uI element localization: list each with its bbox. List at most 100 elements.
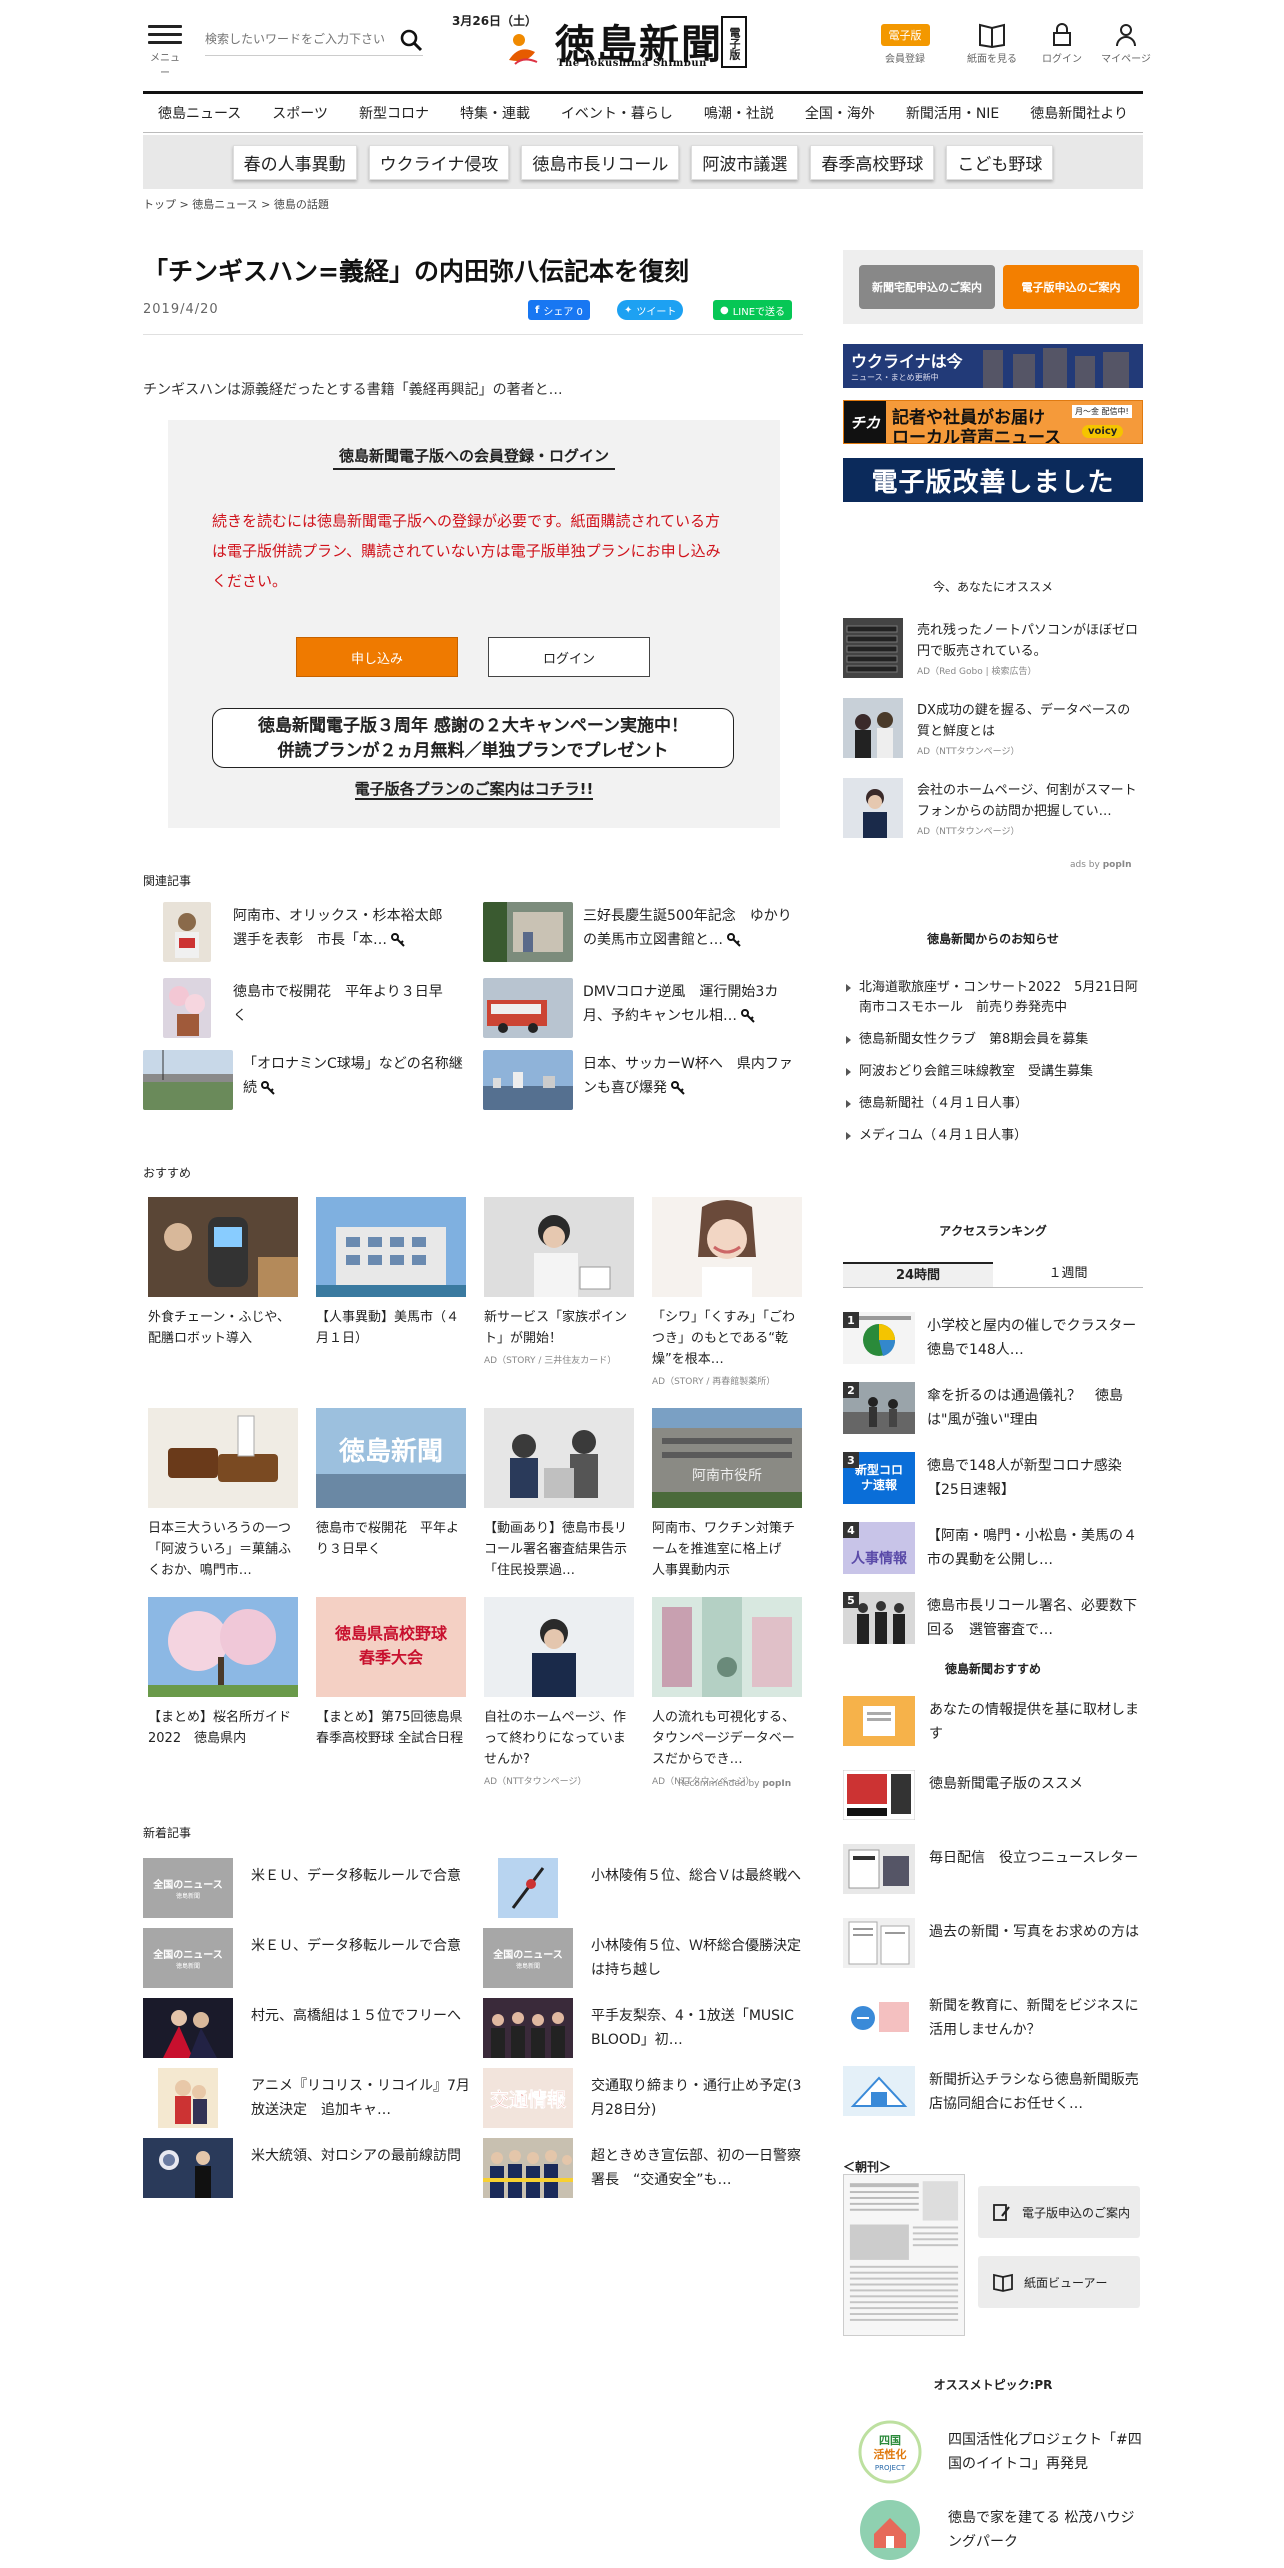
nav-item[interactable]: 鳴潮・社説 bbox=[704, 103, 774, 123]
recommend-card[interactable]: 外食チェーン・ふじや、配膳ロボット導入 bbox=[148, 1197, 298, 1349]
line-share-button[interactable]: ● LINEで送る bbox=[713, 300, 793, 320]
digital-improved-banner[interactable]: 電子版改善しました bbox=[843, 458, 1143, 502]
recommend-card[interactable]: 【動画あり】徳島市長リコール署名審査結果告示 「住民投票過… bbox=[484, 1408, 640, 1581]
campaign-banner[interactable]: 徳島新聞電子版３周年 感謝の２大キャンペーン実施中！ 併読プランが２ヵ月無料／単… bbox=[212, 708, 734, 768]
tsb-item[interactable]: 徳島新聞電子版のススメ bbox=[843, 1770, 1143, 1828]
breadcrumb-home[interactable]: トップ bbox=[143, 198, 176, 211]
related-item[interactable]: DMVコロナ逆風 運行開始3カ月、予約キャンセル相… bbox=[483, 978, 803, 1038]
new-article-item[interactable]: 超ときめき宣伝部、初の一日警察署長 “交通安全”も… bbox=[483, 2138, 813, 2198]
recommend-card[interactable]: 自社のホームページ、作って終わりになっていませんか? AD（NTTタウンページ） bbox=[484, 1597, 634, 1787]
powered-by[interactable]: Recommended by popIn bbox=[678, 1779, 791, 1789]
line-icon: ● bbox=[720, 304, 729, 316]
nav-item[interactable]: 徳島新聞社より bbox=[1030, 103, 1128, 123]
ranking-item[interactable]: 5 徳島市長リコール署名、必要数下回る 選管審査で… bbox=[843, 1592, 1143, 1648]
breadcrumb-current[interactable]: 徳島の話題 bbox=[274, 198, 329, 211]
login-button[interactable]: ログイン bbox=[1034, 20, 1090, 65]
new-article-item[interactable]: 全国のニュース 徳島新聞 小林陵侑５位、Ｗ杯総合優勝決定は持ち越し bbox=[483, 1928, 813, 1988]
nav-item[interactable]: 徳島ニュース bbox=[158, 103, 241, 123]
menu-button[interactable]: メニュー bbox=[148, 20, 182, 79]
ranking-item[interactable]: 人事情報 4 【阿南・鳴門・小松島・美馬の４市の異動を公開し… bbox=[843, 1522, 1143, 1578]
nav-item[interactable]: 新型コロナ bbox=[359, 103, 429, 123]
logo-edition: 電子版 bbox=[721, 16, 747, 68]
new-article-item[interactable]: 全国のニュース 徳島新聞 米ＥＵ、データ移転ルールで合意 bbox=[143, 1928, 473, 1988]
plans-link[interactable]: 電子版各プランのご案内はコチラ!! bbox=[168, 778, 780, 800]
related-item[interactable]: 日本、サッカーW杯へ 県内ファンも喜び爆発 bbox=[483, 1050, 803, 1110]
search-input[interactable] bbox=[205, 26, 395, 52]
new-article-item[interactable]: 交通情報 交通取り締まり・通行止め予定(3月28日分) bbox=[483, 2068, 813, 2128]
tsb-item[interactable]: 過去の新聞・写真をお求めの方は bbox=[843, 1918, 1143, 1976]
recommend-card[interactable]: 新サービス「家族ポイント」が開始！ AD（STORY / 三井住友カード） bbox=[484, 1197, 634, 1366]
site-logo[interactable]: 徳島新聞 The Tokushima Shimbun 電子版 bbox=[505, 12, 750, 72]
morning-paper-thumbnail[interactable] bbox=[843, 2174, 965, 2336]
voicy-banner[interactable]: チカ 記者や社員がお届け ローカル音声ニュース 月～金 配信中! voicy bbox=[843, 400, 1143, 444]
nav-item[interactable]: イベント・暮らし bbox=[561, 103, 673, 123]
tsb-item[interactable]: 毎日配信 役立つニュースレター bbox=[843, 1844, 1143, 1902]
side-digital-apply-button[interactable]: 電子版申込のご案内 bbox=[978, 2186, 1140, 2238]
ranking-item[interactable]: 1 小学校と屋内の催しでクラスター 徳島で148人… bbox=[843, 1312, 1150, 1368]
paywall-login-button[interactable]: ログイン bbox=[488, 637, 650, 677]
nav-item[interactable]: スポーツ bbox=[272, 103, 328, 123]
topic-tag[interactable]: 春の人事異動 bbox=[232, 144, 357, 180]
recommend-card[interactable]: 人の流れも可視化する、タウンページデータベースだからでき… AD（NTTタウンペ… bbox=[652, 1597, 802, 1787]
new-article-item[interactable]: 村元、高橋組は１５位でフリーへ bbox=[143, 1998, 473, 2058]
recommend-image bbox=[652, 1197, 802, 1297]
related-item[interactable]: 三好長慶生誕500年記念 ゆかりの美馬市立図書館と… bbox=[483, 902, 803, 962]
ranking-title: 傘を折るのは通過儀礼？ 徳島は"風が強い"理由 bbox=[927, 1388, 1123, 1428]
recommend-card[interactable]: 徳島県高校野球 春季大会 【まとめ】第75回徳島県春季高校野球 全試合日程 bbox=[316, 1597, 466, 1749]
tsb-item[interactable]: 新聞折込チラシなら徳島新聞販売店協同組合にお任せく… bbox=[843, 2066, 1143, 2124]
notice-item[interactable]: 徳島新聞社（４月１日人事） bbox=[843, 1094, 1143, 1114]
topic-tag[interactable]: 春季高校野球 bbox=[810, 144, 935, 180]
related-item[interactable]: 「オロナミンC球場」などの名称継続 bbox=[143, 1050, 463, 1110]
notice-item[interactable]: メディコム（４月１日人事） bbox=[843, 1126, 1143, 1146]
topic-tag[interactable]: ウクライナ侵攻 bbox=[368, 144, 510, 180]
topic-tag[interactable]: こども野球 bbox=[946, 144, 1054, 180]
breadcrumb-category[interactable]: 徳島ニュース bbox=[192, 198, 257, 211]
recommend-card[interactable]: 阿南市役所 阿南市、ワクチン対策チームを推進室に格上げ 人事異動内示 bbox=[652, 1408, 802, 1581]
ads-by[interactable]: ads by popIn bbox=[1070, 860, 1132, 870]
digital-apply-button[interactable]: 電子版申込のご案内 bbox=[1003, 265, 1139, 309]
nav-item[interactable]: 全国・海外 bbox=[805, 103, 875, 123]
related-item[interactable]: 阿南市、オリックス・杉本裕太郎選手を表彰 市長「本… bbox=[143, 902, 463, 962]
popin-logo: popIn bbox=[762, 1779, 792, 1789]
mypage-button[interactable]: マイページ bbox=[1096, 20, 1156, 65]
osusume-item[interactable]: DX成功の鍵を握る、データベースの質と鮮度とは AD（NTTタウンページ） bbox=[843, 698, 1143, 760]
tsb-item[interactable]: あなたの情報提供を基に取材します bbox=[843, 1696, 1143, 1754]
notice-item[interactable]: 阿波おどり会館三味線教室 受講生募集 bbox=[843, 1062, 1143, 1082]
new-article-item[interactable]: 全国のニュース 徳島新聞 米ＥＵ、データ移転ルールで合意 bbox=[143, 1858, 473, 1918]
notice-item[interactable]: 北海道歌旅座ザ・コンサート2022 5月21日阿南市コスモホール 前売り券発売中 bbox=[843, 978, 1143, 1018]
topic-tag[interactable]: 阿波市議選 bbox=[691, 144, 799, 180]
ranking-item[interactable]: 2 傘を折るのは通過儀礼？ 徳島は"風が強い"理由 bbox=[843, 1382, 1143, 1438]
ranking-item[interactable]: 新型コロナ速報 3 徳島で148人が新型コロナ感染【25日速報】 bbox=[843, 1452, 1143, 1508]
related-item[interactable]: 徳島市で桜開花 平年より３日早く bbox=[143, 978, 463, 1038]
new-article-item[interactable]: 平手友梨奈、4・1放送「MUSIC BLOOD」初… bbox=[483, 1998, 813, 2058]
new-article-item[interactable]: 小林陵侑５位、総合Ｖは最終戦へ bbox=[483, 1858, 813, 1918]
member-register-button[interactable]: 電子版 会員登録 bbox=[872, 20, 938, 65]
new-article-item[interactable]: 米大統領、対ロシアの最前線訪問 bbox=[143, 2138, 473, 2198]
notice-item[interactable]: 徳島新聞女性クラブ 第8期会員を募集 bbox=[843, 1030, 1143, 1050]
pr-item[interactable]: 四国 活性化 PROJECT 四国活性化プロジェクト「#四国のイイトコ」再発見 bbox=[858, 2420, 1148, 2484]
nav-item[interactable]: 新聞活用・NIE bbox=[906, 103, 999, 123]
tab-week[interactable]: １週間 bbox=[993, 1262, 1143, 1287]
search-icon[interactable] bbox=[399, 28, 423, 52]
ukraine-banner[interactable]: ウクライナは今 ニュース・まとめ更新中 bbox=[843, 344, 1143, 388]
twitter-share-button[interactable]: ✦ ツイート bbox=[617, 300, 684, 320]
recommend-card[interactable]: 【まとめ】桜名所ガイド2022 徳島県内 bbox=[148, 1597, 298, 1749]
view-paper-button[interactable]: 紙面を見る bbox=[962, 20, 1022, 65]
recommend-card[interactable]: 【人事異動】美馬市（４月１日） bbox=[316, 1197, 466, 1349]
tsb-item[interactable]: 新聞を教育に、新聞をビジネスに活用しませんか？ bbox=[843, 1992, 1143, 2050]
osusume-item[interactable]: 会社のホームページ、何割がスマートフォンからの訪問か把握してい… AD（NTTタ… bbox=[843, 778, 1143, 840]
topic-tag[interactable]: 徳島市長リコール bbox=[521, 144, 680, 180]
recommend-card[interactable]: 日本三大ういろうの一つ「阿波ういろ」＝菓舗ふくおか、鳴門市… bbox=[148, 1408, 298, 1581]
chokan-label: ＜朝刊＞ bbox=[843, 2160, 892, 2174]
recommend-card[interactable]: 徳島新聞 徳島市で桜開花 平年より３日早く bbox=[316, 1408, 466, 1560]
home-delivery-button[interactable]: 新聞宅配申込のご案内 bbox=[859, 265, 995, 309]
facebook-share-button[interactable]: f シェア 0 bbox=[528, 300, 590, 320]
new-article-item[interactable]: アニメ『リコリス・リコイル』7月放送決定 追加キャ… bbox=[143, 2068, 473, 2128]
recommend-card[interactable]: 「シワ」「くすみ」「ごわつき」のもとである“乾燥”を根本… AD（STORY /… bbox=[652, 1197, 802, 1387]
tab-24h[interactable]: 24時間 bbox=[843, 1262, 993, 1287]
apply-button[interactable]: 申し込み bbox=[296, 637, 458, 677]
paper-viewer-button[interactable]: 紙面ビューアー bbox=[978, 2256, 1140, 2308]
nav-item[interactable]: 特集・連載 bbox=[460, 103, 530, 123]
osusume-item[interactable]: 売れ残ったノートパソコンがほぼゼロ円で販売されている。 AD（Red Gobo … bbox=[843, 618, 1143, 680]
pr-item[interactable]: 徳島で家を建てる 松茂ハウジングパーク bbox=[858, 2498, 1148, 2562]
